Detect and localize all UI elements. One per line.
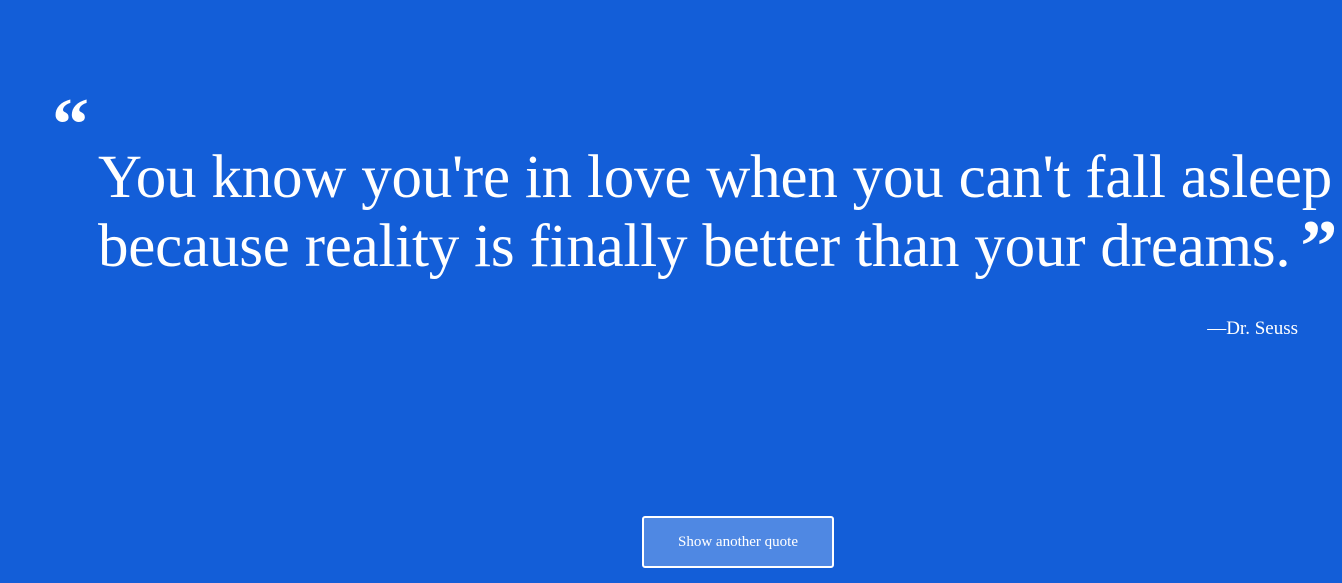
quote-text-container: You know you're in love when you can't f… bbox=[98, 143, 1338, 286]
quote-text: You know you're in love when you can't f… bbox=[98, 144, 1333, 280]
quote-author: —Dr. Seuss bbox=[1207, 318, 1298, 339]
close-quote-mark: ” bbox=[1300, 206, 1338, 288]
show-another-quote-button[interactable]: Show another quote bbox=[642, 516, 834, 568]
open-quote-mark: “ bbox=[52, 84, 89, 166]
